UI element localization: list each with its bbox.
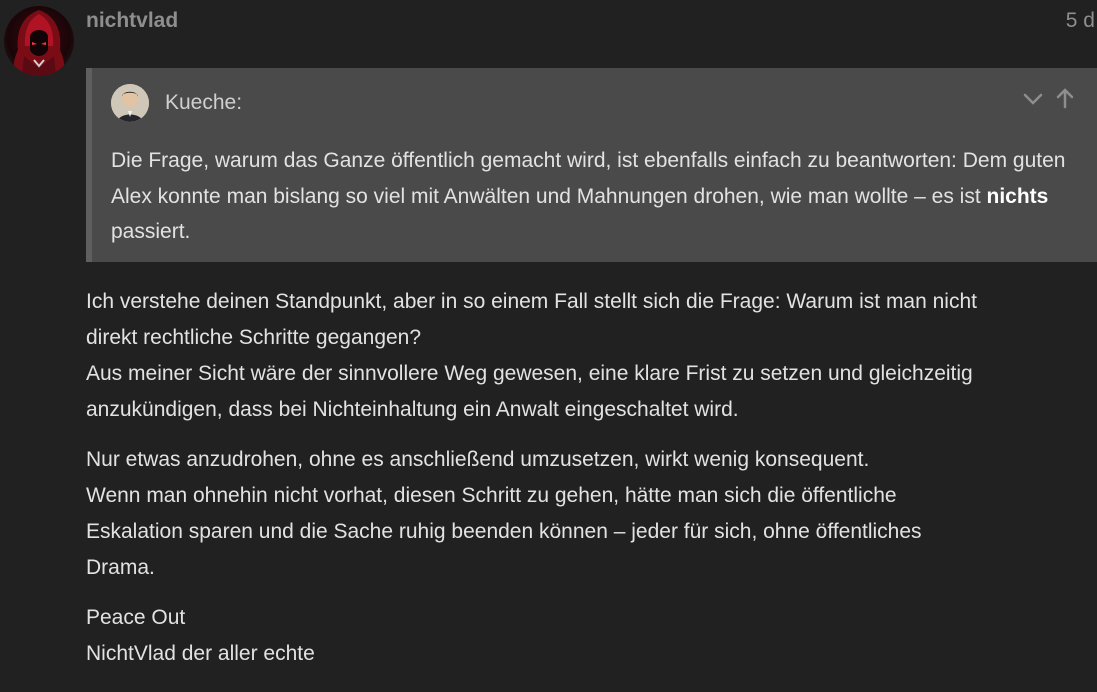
post-line: Peace Out (86, 606, 186, 629)
chevron-down-icon[interactable] (1021, 86, 1045, 110)
forum-post: nichtvlad 5 d Kueche: Die Frage, warum d… (0, 0, 1097, 692)
post-line: Aus meiner Sicht wäre der sinnvollere We… (86, 362, 973, 385)
post-line: NichtVlad der aller echte (86, 642, 315, 665)
post-paragraph: Nur etwas anzudrohen, ohne es anschließe… (86, 442, 1086, 586)
post-date[interactable]: 5 d (1066, 9, 1095, 33)
post-paragraph: Peace Out NichtVlad der aller echte (86, 600, 1086, 672)
quote-text-bold: nichts (986, 184, 1049, 208)
arrow-up-icon[interactable] (1053, 86, 1077, 110)
post-author[interactable]: nichtvlad (86, 9, 178, 33)
post-body: Ich verstehe deinen Standpunkt, aber in … (86, 284, 1086, 672)
quote-controls (1021, 86, 1077, 110)
hooded-assassin-avatar-icon (13, 10, 65, 76)
post-line: Eskalation sparen und die Sache ruhig be… (86, 520, 922, 543)
quote-author-avatar[interactable] (111, 84, 149, 122)
post-line: direkt rechtliche Schritte gegangen? (86, 326, 422, 349)
post-line: Drama. (86, 556, 155, 579)
post-paragraph: Ich verstehe deinen Standpunkt, aber in … (86, 284, 1086, 428)
quote-text-part: passiert. (111, 220, 191, 243)
user-avatar-icon (111, 84, 149, 122)
author-avatar[interactable] (4, 6, 74, 76)
quote-author[interactable]: Kueche: (165, 91, 242, 115)
quote-text: Die Frage, warum das Ganze öffentlich ge… (111, 143, 1077, 250)
post-line: anzukündigen, dass bei Nichteinhaltung e… (86, 398, 739, 421)
quote-text-part: Die Frage, warum das Ganze öffentlich ge… (111, 149, 1066, 208)
quote-block: Kueche: Die Frage, warum das Ganze öffen… (86, 68, 1097, 262)
post-line: Wenn man ohnehin nicht vorhat, diesen Sc… (86, 484, 897, 507)
post-line: Ich verstehe deinen Standpunkt, aber in … (86, 290, 977, 313)
post-line: Nur etwas anzudrohen, ohne es anschließe… (86, 448, 870, 471)
